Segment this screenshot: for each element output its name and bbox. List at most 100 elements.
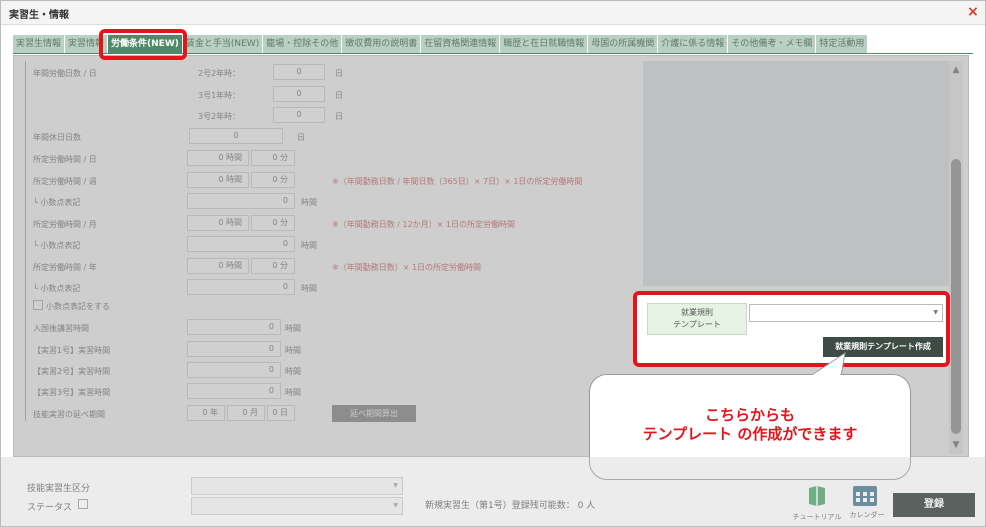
- hours-row-input[interactable]: 0: [187, 383, 281, 399]
- hours-value: 0: [218, 261, 224, 270]
- year-unit: 年: [210, 408, 218, 417]
- use-decimal-checkbox[interactable]: [33, 300, 43, 310]
- calendar-button[interactable]: カレンダー: [850, 482, 885, 519]
- yearly-decimal-input[interactable]: 0: [187, 279, 295, 295]
- tab-residence[interactable]: 在留資格関連情報: [421, 35, 500, 53]
- tab-career[interactable]: 職歴と在日就職情報: [500, 35, 588, 53]
- template-label-line2: テンプレート: [673, 320, 721, 329]
- form-guide-line: [25, 61, 26, 421]
- scrollbar-thumb[interactable]: [951, 159, 961, 434]
- tab-home-org[interactable]: 母国の所属機関: [588, 35, 658, 53]
- monthly-decimal-input[interactable]: 0: [187, 236, 295, 252]
- category-select[interactable]: ▼: [191, 477, 403, 495]
- monthly-minutes-input[interactable]: 0 分: [251, 215, 295, 231]
- hours-unit: 時間: [226, 218, 242, 227]
- calc-period-button[interactable]: 延べ期間算出: [332, 405, 416, 422]
- minutes-value: 0: [272, 175, 278, 184]
- unit-label: 時間: [285, 346, 301, 355]
- minutes-value: 0: [272, 261, 278, 270]
- template-label: 就業規則 テンプレート: [647, 303, 747, 335]
- create-template-button[interactable]: 就業規則テンプレート作成: [823, 337, 943, 357]
- tab-wages[interactable]: 賃金と手当(NEW): [182, 35, 263, 53]
- window-title: 実習生・情報: [9, 10, 69, 21]
- template-label-line1: 就業規則: [681, 308, 713, 317]
- book-icon: [809, 486, 825, 506]
- status-label: ステータス: [27, 503, 73, 513]
- daily-hours-label: 所定労働時間 / 日: [33, 155, 97, 164]
- template-select[interactable]: ▼: [749, 304, 943, 322]
- callout-line2: テンプレート の作成ができます: [642, 425, 858, 443]
- yearly-decimal-label: └ 小数点表記: [33, 284, 81, 293]
- tab-student-info[interactable]: 実習生情報: [13, 35, 65, 53]
- unit-label: 時間: [301, 284, 317, 293]
- category-label: 技能実習生区分: [27, 484, 91, 494]
- chevron-down-icon: ▼: [393, 482, 398, 489]
- minutes-value: 0: [272, 153, 278, 162]
- unit-label: 時間: [301, 198, 317, 207]
- tab-specific-activity[interactable]: 特定活動用: [816, 35, 868, 53]
- weekly-decimal-input[interactable]: 0: [187, 193, 295, 209]
- unit-label: 時間: [285, 324, 301, 333]
- minutes-unit: 分: [280, 261, 288, 270]
- weekly-decimal-label: └ 小数点表記: [33, 198, 81, 207]
- hours-value: 0: [218, 218, 224, 227]
- calendar-icon: [853, 486, 877, 506]
- annual-days-label: 年間労働日数 / 日: [33, 69, 97, 78]
- period-day-input[interactable]: 0 日: [267, 405, 295, 421]
- hours-row-input[interactable]: 0: [187, 362, 281, 378]
- hours-unit: 時間: [226, 153, 242, 162]
- hours-unit: 時間: [226, 261, 242, 270]
- calendar-caption: カレンダー: [849, 511, 885, 519]
- minutes-unit: 分: [280, 175, 288, 184]
- year-value: 0: [202, 408, 208, 417]
- annual-holidays-input[interactable]: 0: [189, 128, 283, 144]
- hours-row-label: 【実習1号】実習時間: [33, 346, 111, 355]
- use-decimal-label: 小数点表記をする: [46, 302, 110, 311]
- monthly-hours-input[interactable]: 0 時間: [187, 215, 249, 231]
- hours-row-input[interactable]: 0: [187, 341, 281, 357]
- hours-row-label: 【実習3号】実習時間: [33, 388, 111, 397]
- tutorial-button[interactable]: チュートリアル: [793, 484, 841, 521]
- yearly-minutes-input[interactable]: 0 分: [251, 258, 295, 274]
- status-checkbox[interactable]: [78, 499, 88, 509]
- register-button[interactable]: 登録: [893, 493, 975, 517]
- annual-days-input[interactable]: 0: [273, 64, 325, 80]
- student-info-window: 実習生・情報 × 実習生情報 実習情報 労働条件(NEW) 賃金と手当(NEW)…: [0, 0, 986, 527]
- period-year-input[interactable]: 0 年: [187, 405, 225, 421]
- scroll-down-icon[interactable]: ▼: [949, 438, 963, 452]
- unit-label: 日: [335, 69, 343, 78]
- hours-value: 0: [218, 153, 224, 162]
- hours-value: 0: [218, 175, 224, 184]
- unit-label: 日: [297, 133, 305, 142]
- callout-text: こちらからも テンプレート の作成ができます: [589, 406, 911, 444]
- tab-fees[interactable]: 徴収費用の説明書: [342, 35, 421, 53]
- annual-days-row-label: 3号1年時：: [198, 91, 241, 100]
- annual-days-input[interactable]: 0: [273, 107, 325, 123]
- close-icon[interactable]: ×: [965, 3, 981, 21]
- yearly-hours-label: 所定労働時間 / 年: [33, 263, 97, 272]
- minutes-unit: 分: [280, 218, 288, 227]
- annual-holidays-label: 年間休日日数: [33, 133, 81, 142]
- tab-deductions[interactable]: 籠場・控除その他: [263, 35, 342, 53]
- annual-days-row-label: 2号2年時：: [198, 69, 241, 78]
- daily-hours-input[interactable]: 0 時間: [187, 150, 249, 166]
- monthly-decimal-label: └ 小数点表記: [33, 241, 81, 250]
- title-bar: 実習生・情報 ×: [1, 1, 985, 25]
- yearly-hours-input[interactable]: 0 時間: [187, 258, 249, 274]
- yearly-formula-note: ※（年間勤務日数）× 1日の所定労働時間: [332, 263, 482, 272]
- status-select[interactable]: ▼: [191, 497, 403, 515]
- tab-memo[interactable]: その他備考・メモ欄: [728, 35, 816, 53]
- annual-days-input[interactable]: 0: [273, 86, 325, 102]
- hours-row-input[interactable]: 0: [187, 319, 281, 335]
- day-value: 0: [272, 408, 278, 417]
- period-month-input[interactable]: 0 月: [227, 405, 265, 421]
- unit-label: 日: [335, 112, 343, 121]
- daily-minutes-input[interactable]: 0 分: [251, 150, 295, 166]
- chevron-down-icon: ▼: [393, 502, 398, 509]
- unit-label: 日: [335, 91, 343, 100]
- weekly-minutes-input[interactable]: 0 分: [251, 172, 295, 188]
- day-unit: 日: [280, 408, 288, 417]
- tab-care[interactable]: 介護に係る情報: [658, 35, 728, 53]
- weekly-hours-input[interactable]: 0 時間: [187, 172, 249, 188]
- scroll-up-icon[interactable]: ▲: [949, 63, 963, 77]
